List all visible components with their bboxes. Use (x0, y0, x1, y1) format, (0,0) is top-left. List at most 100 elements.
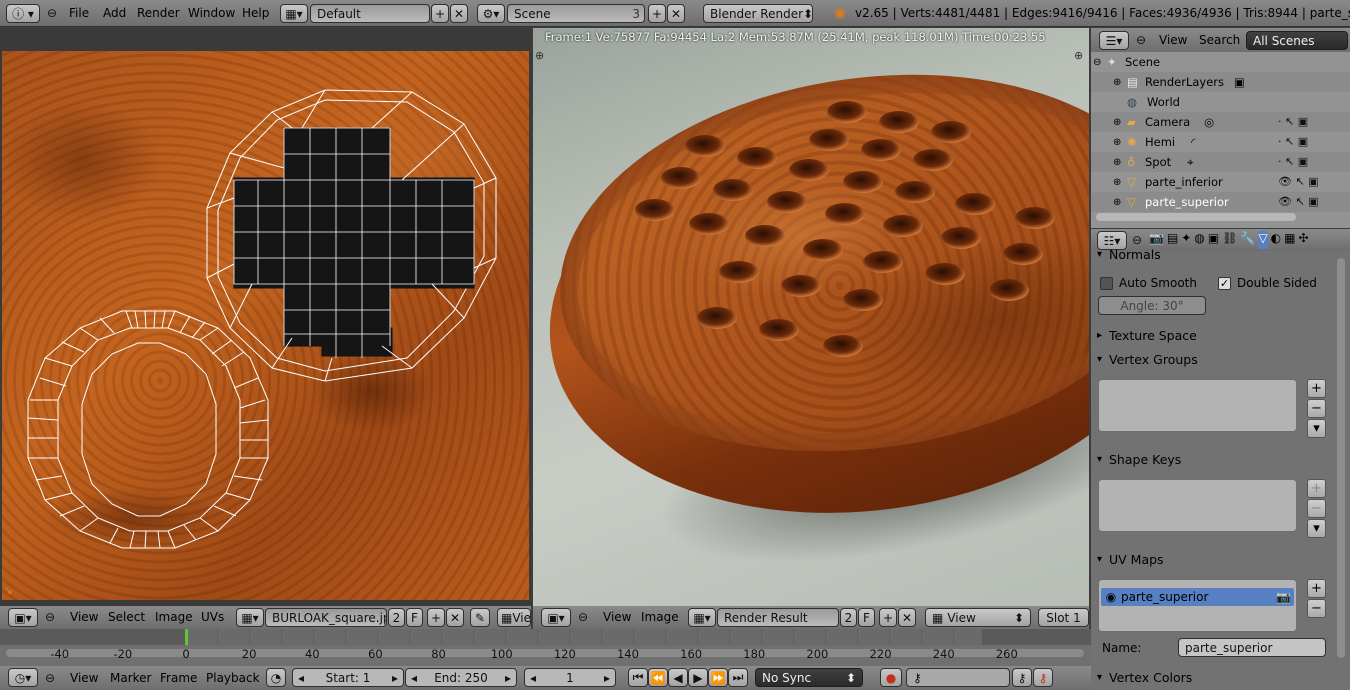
outliner-row-world[interactable]: ◍ World (1127, 92, 1350, 112)
timeline-collapse-icon[interactable]: ⊖ (44, 671, 56, 685)
increment-arrow-icon[interactable]: ▸ (392, 671, 398, 685)
uv-image-users[interactable]: 2 (388, 608, 405, 627)
menu-help[interactable]: Help (242, 6, 269, 20)
jump-keyframe-back-icon[interactable]: ⏪ (648, 668, 668, 687)
restrict-row-icons[interactable]: · ↖ ▣ (1278, 132, 1328, 152)
uv-image-name-field[interactable]: BURLOAK_square.jpg (265, 608, 387, 627)
decrement-arrow-icon[interactable]: ◂ (298, 671, 304, 685)
image-editor-type-button[interactable]: ▣▾ (541, 608, 571, 627)
restrict-row-icons[interactable]: · ↖ ▣ (1278, 112, 1328, 132)
keying-set-field[interactable]: ⚷ (906, 668, 1010, 687)
expand-toggle-icon[interactable]: ⊕ (1113, 77, 1127, 88)
current-frame-marker[interactable] (185, 629, 188, 645)
panel-vertex-colors[interactable]: ▾ Vertex Colors (1097, 667, 1329, 687)
layout-selector-button[interactable]: ▦▾ (280, 4, 308, 23)
menu-file[interactable]: File (69, 6, 89, 20)
uv-menu-image[interactable]: Image (155, 610, 193, 624)
scene-remove-button[interactable]: ✕ (667, 4, 685, 23)
angle-field[interactable]: Angle: 30° (1098, 296, 1206, 315)
restrict-row-icons[interactable]: 👁 ↖ ▣ (1278, 172, 1328, 192)
image-new-button[interactable]: + (879, 608, 897, 627)
outliner-visibility-icons[interactable]: · ↖ ▣ · ↖ ▣ · ↖ ▣ 👁 ↖ ▣ 👁 ↖ ▣ (1278, 112, 1328, 212)
scene-add-button[interactable]: + (648, 4, 666, 23)
uv-image-browse-button[interactable]: ▦▾ (236, 608, 264, 627)
vertex-groups-list[interactable] (1098, 379, 1297, 432)
image-editor-area[interactable]: Frame:1 Ve:75877 Fa:94454 La:2 Mem:53.87… (533, 28, 1089, 606)
expand-toggle-icon[interactable]: ⊖ (1093, 57, 1107, 68)
image-users[interactable]: 2 (840, 608, 857, 627)
outliner-editor-type-button[interactable]: ☰▾ (1099, 31, 1129, 50)
delete-keyframe-button[interactable]: ⚷ (1033, 668, 1053, 687)
jump-start-icon[interactable]: ⏮ (628, 668, 648, 687)
expand-toggle-icon[interactable]: ⊕ (1113, 137, 1127, 148)
outliner-row-renderlayers[interactable]: ⊕ ▤ RenderLayers ▣ (1113, 72, 1349, 92)
uv-map-remove-button[interactable]: − (1307, 599, 1326, 618)
playback-controls[interactable]: ⏮ ⏪ ◀ ▶ ⏩ ⏭ (628, 668, 748, 687)
properties-scrollbar[interactable] (1337, 258, 1345, 658)
menu-window[interactable]: Window (188, 6, 235, 20)
panel-uv-maps[interactable]: ▾ UV Maps (1097, 549, 1329, 569)
image-unlink-button[interactable]: ✕ (898, 608, 916, 627)
uv-map-item-selected[interactable]: ◉ parte_superior 📷 (1101, 588, 1294, 606)
uv-pin-icon[interactable]: ✎ (470, 608, 490, 627)
active-render-camera-icon[interactable]: 📷 (1276, 590, 1294, 604)
uv-texture-image[interactable] (2, 51, 529, 600)
outliner-filter-select[interactable]: All Scenes (1246, 31, 1348, 50)
image-menu-view[interactable]: View (603, 610, 631, 624)
scene-selector-button[interactable]: ⚙▾ (477, 4, 505, 23)
auto-smooth-checkbox[interactable]: Auto Smooth (1100, 276, 1197, 290)
timeline-menu-playback[interactable]: Playback (206, 671, 260, 685)
layout-remove-button[interactable]: ✕ (450, 4, 468, 23)
restrict-row-icons[interactable]: 👁 ↖ ▣ (1278, 192, 1328, 212)
increment-arrow-icon[interactable]: ▸ (505, 671, 511, 685)
scene-name-field[interactable]: Scene 3 (507, 4, 645, 23)
render-slot-select[interactable]: Slot 1 (1038, 608, 1089, 627)
timeline-menu-marker[interactable]: Marker (110, 671, 151, 685)
image-menu-image[interactable]: Image (641, 610, 679, 624)
area-split-corner-icon[interactable]: ↘ (2, 583, 14, 597)
expand-toggle-icon[interactable]: ⊕ (1113, 177, 1127, 188)
outliner-collapse-icon[interactable]: ⊖ (1135, 33, 1147, 47)
decrement-arrow-icon[interactable]: ◂ (411, 671, 417, 685)
play-icon[interactable]: ▶ (688, 668, 708, 687)
uv-collapse-icon[interactable]: ⊖ (44, 610, 56, 624)
jump-end-icon[interactable]: ⏭ (728, 668, 748, 687)
panel-texture-space[interactable]: ▸ Texture Space (1097, 325, 1329, 345)
outliner-row-scene[interactable]: ⊖ ✦ Scene (1093, 52, 1329, 72)
shape-key-remove-button[interactable]: − (1307, 499, 1326, 518)
uv-editor-area[interactable]: ↘ (0, 28, 531, 606)
panel-vertex-groups[interactable]: ▾ Vertex Groups (1097, 349, 1329, 369)
panel-normals[interactable]: ▾ Normals (1097, 244, 1329, 264)
increment-arrow-icon[interactable]: ▸ (604, 671, 610, 685)
image-browse-button[interactable]: ▦▾ (688, 608, 716, 627)
end-frame-field[interactable]: ◂ End: 250 ▸ (405, 668, 517, 687)
menu-render[interactable]: Render (137, 6, 180, 20)
uv-map-add-button[interactable]: + (1307, 579, 1326, 598)
sync-mode-select[interactable]: No Sync ⬍ (755, 668, 863, 687)
checkbox-box[interactable] (1100, 276, 1113, 290)
start-frame-field[interactable]: ◂ Start: 1 ▸ (292, 668, 404, 687)
info-editor-type-button[interactable]: ⓘ ▾ (6, 4, 40, 23)
uv-image-fake-user[interactable]: F (406, 608, 423, 627)
jump-keyframe-forward-icon[interactable]: ⏩ (708, 668, 728, 687)
shape-key-menu-button[interactable]: ▾ (1307, 519, 1326, 538)
menu-add[interactable]: Add (103, 6, 126, 20)
image-name-field[interactable]: Render Result (717, 608, 839, 627)
outliner-menu-view[interactable]: View (1159, 33, 1187, 47)
layout-name-field[interactable]: Default (310, 4, 430, 23)
insert-keyframe-button[interactable]: ⚷ (1012, 668, 1032, 687)
timeline-editor-type-button[interactable]: ◷▾ (8, 668, 38, 687)
preview-range-toggle[interactable]: ◔ (266, 668, 286, 687)
double-sided-checkbox[interactable]: ✓ Double Sided (1218, 276, 1317, 290)
restrict-row-icons[interactable]: · ↖ ▣ (1278, 152, 1328, 172)
outliner-menu-search[interactable]: Search (1199, 33, 1240, 47)
outliner-scrollbar[interactable] (1096, 213, 1296, 221)
timeline-menu-view[interactable]: View (70, 671, 98, 685)
uv-view-truncated-button[interactable]: ▦ Vie (497, 608, 531, 627)
collapse-menu-icon[interactable]: ⊖ (46, 5, 58, 21)
vertex-group-remove-button[interactable]: − (1307, 399, 1326, 418)
current-frame-field[interactable]: ◂ 1 ▸ (524, 668, 616, 687)
checkbox-box-checked[interactable]: ✓ (1218, 276, 1231, 290)
uv-menu-uvs[interactable]: UVs (201, 610, 224, 624)
timeline-area[interactable] (0, 629, 1091, 667)
